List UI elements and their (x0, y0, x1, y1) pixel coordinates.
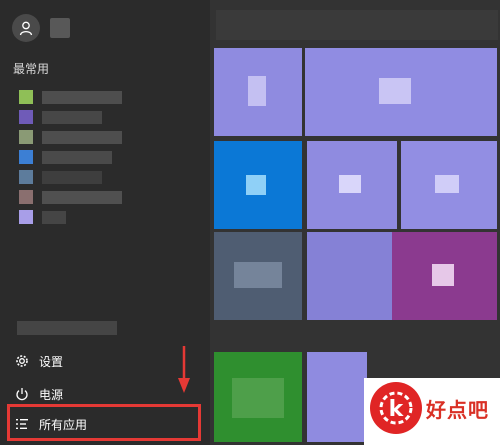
arrow-down-icon (178, 346, 190, 393)
app-icon (19, 110, 33, 124)
start-menu: 最常用 设置 电源 所有应用 k 好点吧 (0, 0, 500, 445)
app-label-blurred (42, 111, 102, 124)
app-icon (19, 210, 33, 224)
user-name-chip[interactable] (50, 18, 70, 38)
power-label: 电源 (39, 387, 64, 402)
tile-glyph (432, 264, 454, 286)
app-label-blurred (42, 131, 122, 144)
power-icon (14, 386, 30, 402)
app-icon (19, 90, 33, 104)
tile[interactable] (307, 352, 367, 442)
app-label-blurred (42, 171, 102, 184)
app-icon (19, 170, 33, 184)
tile[interactable] (214, 141, 302, 229)
recent-item-blurred[interactable] (12, 318, 202, 338)
app-icon (19, 130, 33, 144)
list-item[interactable] (12, 188, 202, 208)
all-apps-highlight (7, 404, 201, 441)
app-label-blurred (42, 211, 66, 224)
list-item[interactable] (12, 168, 202, 188)
tile-glyph (246, 175, 266, 195)
tile-glyph (234, 262, 282, 288)
watermark: k 好点吧 (364, 378, 500, 445)
tile[interactable] (307, 141, 397, 229)
list-item[interactable] (12, 88, 202, 108)
tile-glyph (339, 175, 361, 193)
user-row (12, 14, 202, 42)
tile-group-header (216, 10, 498, 40)
app-icon (19, 150, 33, 164)
watermark-logo: k (370, 382, 422, 434)
tile[interactable] (214, 352, 302, 442)
tile-glyph (435, 175, 459, 193)
tile[interactable] (401, 141, 497, 229)
tile[interactable] (392, 232, 497, 320)
tile[interactable] (214, 48, 302, 136)
app-label-blurred (42, 191, 122, 204)
list-item[interactable] (12, 208, 202, 228)
svg-text:k: k (389, 397, 405, 422)
tile[interactable] (305, 48, 497, 136)
list-item[interactable] (12, 148, 202, 168)
tile[interactable] (307, 232, 397, 320)
tile[interactable] (214, 232, 302, 320)
settings-label: 设置 (39, 354, 64, 369)
most-used-heading: 最常用 (13, 62, 50, 76)
app-list-pane: 最常用 设置 电源 所有应用 (0, 0, 210, 445)
gear-logo-icon: k (379, 391, 413, 425)
app-icon (19, 190, 33, 204)
user-avatar[interactable] (12, 14, 40, 42)
user-icon (19, 21, 33, 36)
list-item[interactable] (12, 108, 202, 128)
gear-icon (14, 353, 30, 369)
tile-glyph (248, 76, 266, 106)
app-label-blurred (42, 151, 112, 164)
tile-glyph (232, 378, 284, 418)
list-item[interactable] (12, 128, 202, 148)
tile-glyph (379, 78, 411, 104)
app-label-blurred (42, 91, 122, 104)
watermark-text: 好点吧 (426, 398, 489, 422)
settings-button[interactable]: 设置 (10, 347, 200, 375)
recent-label-blurred (17, 321, 117, 335)
